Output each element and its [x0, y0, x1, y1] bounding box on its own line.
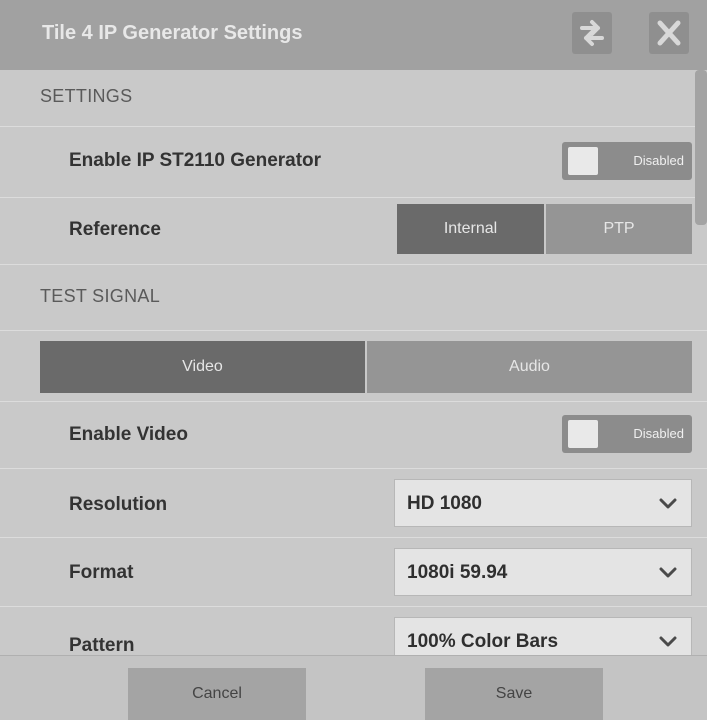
- format-label: Format: [69, 562, 134, 583]
- reference-option-ptp[interactable]: PTP: [546, 204, 692, 254]
- pattern-row: Pattern 100% Color Bars: [0, 607, 707, 655]
- pattern-select[interactable]: 100% Color Bars: [394, 617, 692, 655]
- title-bar: Tile 4 IP Generator Settings: [0, 0, 707, 70]
- scrollbar[interactable]: [695, 70, 707, 225]
- toggle-knob: [568, 420, 598, 448]
- resolution-row: Resolution HD 1080: [0, 469, 707, 538]
- chevron-down-icon: [659, 498, 677, 509]
- tab-audio[interactable]: Audio: [367, 341, 692, 393]
- enable-video-state: Disabled: [633, 426, 684, 441]
- signal-tabs-row: Video Audio: [0, 331, 707, 402]
- cancel-button[interactable]: Cancel: [128, 668, 306, 720]
- swap-button[interactable]: [572, 12, 612, 54]
- resolution-select[interactable]: HD 1080: [394, 479, 692, 527]
- tab-video[interactable]: Video: [40, 341, 365, 393]
- reference-option-internal[interactable]: Internal: [397, 204, 544, 254]
- reference-label: Reference: [69, 219, 161, 240]
- format-select[interactable]: 1080i 59.94: [394, 548, 692, 596]
- test-signal-section-header: TEST SIGNAL: [0, 265, 707, 331]
- toggle-knob: [568, 147, 598, 175]
- enable-video-row: Enable Video Disabled: [0, 402, 707, 469]
- chevron-down-icon: [659, 636, 677, 647]
- test-signal-section-title: TEST SIGNAL: [40, 286, 161, 306]
- enable-generator-row: Enable IP ST2110 Generator Disabled: [0, 127, 707, 198]
- enable-generator-state: Disabled: [633, 153, 684, 168]
- resolution-value: HD 1080: [407, 493, 482, 514]
- window-title: Tile 4 IP Generator Settings: [42, 22, 303, 44]
- close-button[interactable]: [649, 12, 689, 54]
- settings-section-title: SETTINGS: [40, 86, 133, 106]
- pattern-value: 100% Color Bars: [407, 631, 559, 652]
- pattern-label: Pattern: [69, 635, 135, 655]
- save-button[interactable]: Save: [425, 668, 603, 720]
- enable-video-toggle[interactable]: Disabled: [562, 415, 692, 453]
- format-value: 1080i 59.94: [407, 562, 508, 583]
- swap-arrows-icon: [580, 20, 604, 46]
- reference-row: Reference Internal PTP: [0, 198, 707, 265]
- settings-panel: SETTINGS Enable IP ST2110 Generator Disa…: [0, 70, 707, 655]
- enable-generator-label: Enable IP ST2110 Generator: [69, 150, 322, 171]
- settings-section-header: SETTINGS: [0, 70, 707, 127]
- chevron-down-icon: [659, 567, 677, 578]
- close-icon: [657, 20, 681, 46]
- enable-generator-toggle[interactable]: Disabled: [562, 142, 692, 180]
- format-row: Format 1080i 59.94: [0, 538, 707, 607]
- enable-video-label: Enable Video: [69, 424, 188, 445]
- footer-bar: Cancel Save: [0, 655, 707, 720]
- resolution-label: Resolution: [69, 494, 168, 515]
